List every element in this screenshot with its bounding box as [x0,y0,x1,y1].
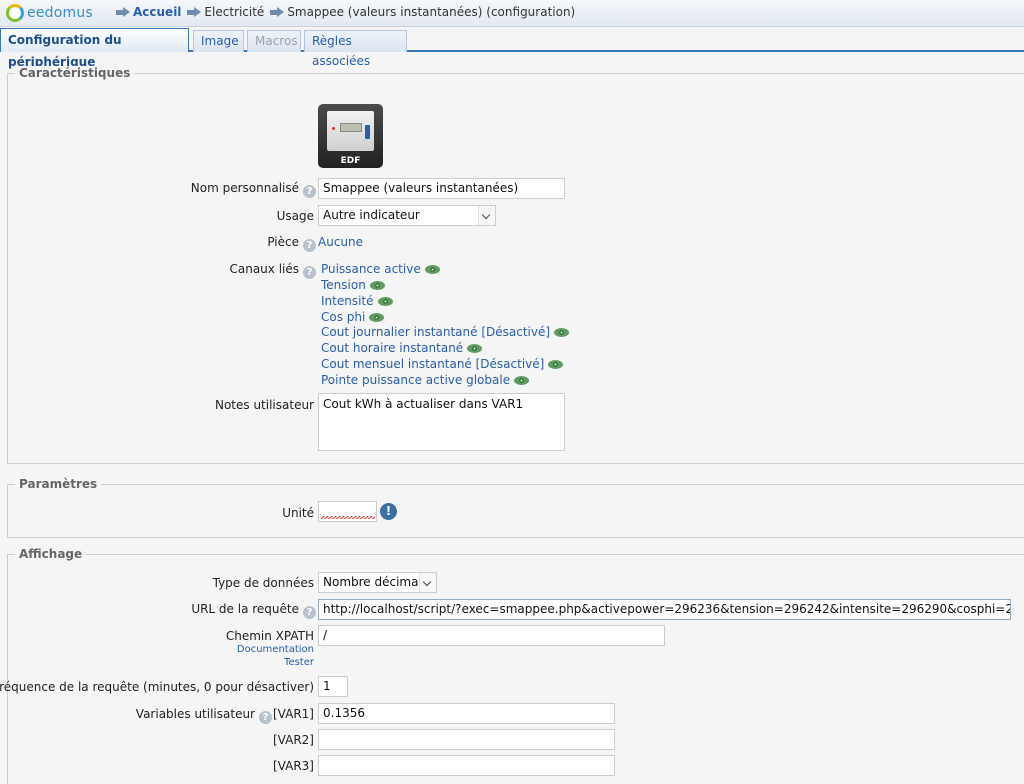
channel-item: Puissance active [321,262,440,276]
channel-item: Cout journalier instantané [Désactivé] [321,325,570,339]
channel-link[interactable]: Intensité [321,294,374,308]
var3-input[interactable] [318,755,615,776]
breadcrumb-arrow-icon [116,6,130,17]
channel-link[interactable]: Cout horaire instantané [321,341,463,355]
frequence-label: Fréquence de la requête (minutes, 0 pour… [0,680,314,694]
tab-bar: Configuration du périphérique Image Macr… [0,28,1024,69]
type-label: Type de données [212,576,314,590]
eye-icon[interactable] [424,264,440,274]
notes-textarea[interactable]: Cout kWh à actualiser dans VAR1 [318,393,565,451]
channel-item: Pointe puissance active globale [321,373,530,387]
variables-label-text: Variables utilisateur [135,707,255,721]
channel-item: Cos phi [321,310,385,324]
nom-input[interactable]: Smappee (valeurs instantanées) [318,178,565,199]
help-icon[interactable]: ? [303,266,316,279]
eye-icon[interactable] [467,343,483,353]
help-icon[interactable]: ? [303,185,316,198]
help-icon[interactable]: ? [303,606,316,619]
channel-link[interactable]: Tension [321,278,366,292]
tab-macros: Macros [247,30,301,52]
breadcrumb: Accueil Electricité Smappee (valeurs ins… [114,5,579,19]
var3-label: [VAR3] [273,759,314,773]
url-label: URL de la requête? [191,602,316,619]
device-image[interactable]: EDF [318,104,383,168]
breadcrumb-arrow-icon [270,6,285,17]
eedomus-logo[interactable]: eedomus [6,3,93,23]
help-icon[interactable]: ? [303,239,316,252]
breadcrumb-electricite[interactable]: Electricité [204,5,264,19]
electric-meter-icon [327,111,374,151]
eye-icon[interactable] [548,359,564,369]
type-select-value: Nombre décimal [323,575,422,589]
logo-ring-icon [6,4,24,22]
tester-link[interactable]: Tester [284,657,314,668]
xpath-label: Chemin XPATH [225,629,314,643]
channel-link[interactable]: Cos phi [321,310,365,324]
type-select[interactable]: Nombre décimal [318,572,437,593]
channel-item: Tension [321,278,385,292]
url-input[interactable]: http://localhost/script/?exec=smappee.ph… [318,599,1011,620]
usage-select[interactable]: Autre indicateur [318,205,496,226]
canaux-label-text: Canaux liés [229,262,299,276]
nom-label: Nom personnalisé? [191,181,316,198]
canaux-label: Canaux liés? [229,262,316,279]
var1-input[interactable]: 0.1356 [318,703,615,724]
tab-configuration[interactable]: Configuration du périphérique [0,28,189,69]
usage-select-value: Autre indicateur [323,208,420,222]
nom-label-text: Nom personnalisé [190,181,299,195]
variables-label: Variables utilisateur? [136,707,272,724]
piece-label: Pièce? [267,235,316,252]
tab-regles-associees[interactable]: Règles associées [304,30,407,68]
logo-text: eedomus [27,5,93,21]
var2-input[interactable] [318,729,615,750]
eye-icon[interactable] [377,296,393,306]
section-legend: Affichage [15,547,87,561]
breadcrumb-current: Smappee (valeurs instantanées) (configur… [287,5,576,19]
help-icon[interactable]: ? [259,711,272,724]
xpath-input[interactable]: / [318,625,665,646]
frequence-input[interactable]: 1 [318,676,348,697]
chevron-down-icon [478,206,495,225]
section-legend: Paramètres [15,477,102,491]
channel-link[interactable]: Cout mensuel instantané [Désactivé] [321,357,544,371]
channel-link[interactable]: Cout journalier instantané [Désactivé] [321,325,550,339]
device-image-label: EDF [340,156,361,166]
top-bar: eedomus Accueil Electricité Smappee (val… [0,0,1024,27]
tab-image[interactable]: Image [193,30,244,52]
breadcrumb-accueil[interactable]: Accueil [133,5,181,19]
eye-icon[interactable] [369,280,385,290]
var2-label: [VAR2] [273,733,314,747]
eye-icon[interactable] [369,312,385,322]
unite-label: Unité [282,506,314,520]
url-label-text: URL de la requête [191,602,299,616]
piece-link[interactable]: Aucune [318,235,363,249]
channel-link[interactable]: Pointe puissance active globale [321,373,510,387]
usage-label: Usage [276,209,314,223]
breadcrumb-arrow-icon [187,6,202,17]
documentation-link[interactable]: Documentation [237,644,314,655]
piece-label-text: Pièce [267,235,299,249]
eye-icon[interactable] [554,327,570,337]
var1-label: [VAR1] [273,707,314,721]
section-parametres: Paramètres [7,477,1024,538]
channel-item: Intensité [321,294,393,308]
channel-link[interactable]: Puissance active [321,262,421,276]
notes-label: Notes utilisateur [214,398,314,412]
eye-icon[interactable] [514,375,530,385]
chevron-down-icon [419,573,436,592]
warning-icon: ! [380,503,397,520]
channel-item: Cout horaire instantané [321,341,483,355]
spellcheck-underline [321,516,375,519]
section-legend: Caractéristiques [15,66,135,80]
channel-item: Cout mensuel instantané [Désactivé] [321,357,564,371]
